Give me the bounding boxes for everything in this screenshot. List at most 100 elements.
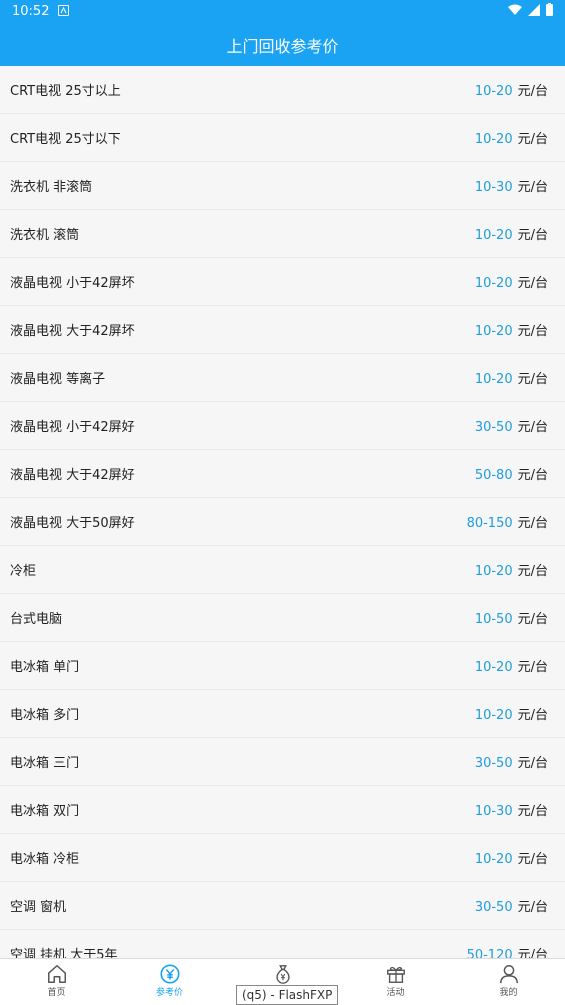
list-item[interactable]: 电冰箱 单门 10-20 元/台 [0, 642, 565, 690]
item-unit: 元/台 [517, 708, 548, 723]
item-price: 80-150 [466, 516, 513, 531]
item-name: 液晶电视 小于42屏好 [10, 420, 135, 435]
item-price-group: 10-20 元/台 [475, 704, 548, 723]
item-name: 电冰箱 三门 [10, 756, 80, 771]
list-item[interactable]: 液晶电视 小于42屏好 30-50 元/台 [0, 402, 565, 450]
item-price: 10-20 [474, 324, 513, 339]
list-item[interactable]: 液晶电视 等离子 10-20 元/台 [0, 354, 565, 402]
list-item[interactable]: 液晶电视 大于42屏好 50-80 元/台 [0, 450, 565, 498]
list-item[interactable]: 洗衣机 非滚筒 10-30 元/台 [0, 162, 565, 210]
item-price-group: 10-30 元/台 [475, 800, 548, 819]
gift-icon [386, 966, 405, 983]
status-bar: 10:52 [0, 0, 565, 24]
item-name: CRT电视 25寸以下 [10, 132, 121, 147]
item-unit: 元/台 [517, 324, 548, 339]
item-unit: 元/台 [517, 468, 548, 483]
item-price: 10-20 [474, 276, 513, 291]
item-price-group: 50-120 元/台 [467, 944, 548, 958]
item-unit: 元/台 [517, 420, 548, 435]
tab-label: 我的 [499, 988, 518, 998]
item-price: 10-20 [474, 852, 513, 867]
item-price: 30-50 [474, 900, 513, 915]
item-price-group: 10-20 元/台 [475, 560, 548, 579]
item-price: 30-50 [474, 756, 513, 771]
list-item[interactable]: 液晶电视 大于42屏坏 10-20 元/台 [0, 306, 565, 354]
list-item[interactable]: 冷柜 10-20 元/台 [0, 546, 565, 594]
item-unit: 元/台 [517, 948, 548, 958]
item-unit: 元/台 [517, 228, 548, 243]
list-item[interactable]: 电冰箱 冷柜 10-20 元/台 [0, 834, 565, 882]
price-list[interactable]: CRT电视 25寸以上 10-20 元/台 CRT电视 25寸以下 10-20 元/台 洗衣… [0, 66, 565, 958]
item-name: 洗衣机 滚筒 [10, 228, 80, 243]
item-price: 10-20 [474, 372, 513, 387]
tab-reference-price[interactable]: 参考价 [113, 959, 226, 1005]
list-item[interactable]: 液晶电视 大于50屏好 80-150 元/台 [0, 498, 565, 546]
item-unit: 元/台 [517, 84, 548, 99]
window-tooltip: (q5) - FlashFXP [236, 985, 339, 1005]
item-name: 电冰箱 冷柜 [10, 852, 80, 867]
item-name: 液晶电视 大于42屏好 [10, 468, 135, 483]
list-item[interactable]: CRT电视 25寸以上 10-20 元/台 [0, 66, 565, 114]
item-price: 10-20 [474, 132, 513, 147]
tab-label: 活动 [386, 988, 405, 998]
item-price: 10-20 [474, 708, 513, 723]
signal-icon [528, 3, 540, 16]
item-price-group: 50-80 元/台 [475, 464, 548, 483]
item-price: 10-20 [474, 228, 513, 243]
tab-label: 参考价 [155, 988, 183, 998]
item-price-group: 30-50 元/台 [475, 416, 548, 435]
item-name: 电冰箱 多门 [10, 708, 80, 723]
header: 上门回收参考价 [0, 24, 565, 66]
item-unit: 元/台 [517, 180, 548, 195]
item-price: 10-20 [474, 564, 513, 579]
item-name: 空调 挂机 大于5年 [10, 948, 118, 958]
app-notification-icon [58, 5, 69, 20]
tab-mine[interactable]: 我的 [452, 959, 565, 1005]
wifi-icon [508, 4, 522, 15]
item-unit: 元/台 [517, 852, 548, 867]
item-price-group: 30-50 元/台 [475, 752, 548, 771]
item-price: 10-50 [474, 612, 513, 627]
item-unit: 元/台 [517, 612, 548, 627]
tab-activity[interactable]: 活动 [339, 959, 452, 1005]
item-price: 10-30 [474, 804, 513, 819]
tab-home[interactable]: 首页 [0, 959, 113, 1005]
item-price: 10-20 [474, 660, 513, 675]
yen-icon [159, 964, 180, 984]
list-item[interactable]: CRT电视 25寸以下 10-20 元/台 [0, 114, 565, 162]
list-item[interactable]: 电冰箱 双门 10-30 元/台 [0, 786, 565, 834]
list-item[interactable]: 液晶电视 小于42屏坏 10-20 元/台 [0, 258, 565, 306]
list-item[interactable]: 电冰箱 三门 30-50 元/台 [0, 738, 565, 786]
item-name: 洗衣机 非滚筒 [10, 180, 93, 195]
item-unit: 元/台 [517, 516, 548, 531]
item-name: 液晶电视 等离子 [10, 372, 106, 387]
list-item[interactable]: 洗衣机 滚筒 10-20 元/台 [0, 210, 565, 258]
item-price: 30-50 [474, 420, 513, 435]
list-item[interactable]: 空调 窗机 30-50 元/台 [0, 882, 565, 930]
item-price: 50-120 [466, 948, 513, 958]
item-price: 10-30 [474, 180, 513, 195]
list-item[interactable]: 空调 挂机 大于5年 50-120 元/台 [0, 930, 565, 958]
item-name: CRT电视 25寸以上 [10, 84, 121, 99]
item-price-group: 10-20 元/台 [475, 848, 548, 867]
item-name: 液晶电视 小于42屏坏 [10, 276, 135, 291]
list-item[interactable]: 台式电脑 10-50 元/台 [0, 594, 565, 642]
item-name: 液晶电视 大于42屏坏 [10, 324, 135, 339]
item-price-group: 80-150 元/台 [467, 512, 548, 531]
item-unit: 元/台 [517, 564, 548, 579]
item-unit: 元/台 [517, 804, 548, 819]
item-unit: 元/台 [517, 372, 548, 387]
item-price-group: 10-20 元/台 [475, 224, 548, 243]
item-price-group: 10-30 元/台 [475, 176, 548, 195]
list-item[interactable]: 电冰箱 多门 10-20 元/台 [0, 690, 565, 738]
page-title: 上门回收参考价 [226, 37, 339, 56]
item-price: 50-80 [474, 468, 513, 483]
item-price-group: 10-20 元/台 [475, 128, 548, 147]
home-icon [47, 965, 66, 983]
money-bag-icon [275, 965, 290, 984]
item-name: 空调 窗机 [10, 900, 67, 915]
status-time: 10:52 [12, 4, 50, 19]
item-price-group: 10-50 元/台 [475, 608, 548, 627]
item-price-group: 30-50 元/台 [475, 896, 548, 915]
item-unit: 元/台 [517, 276, 548, 291]
